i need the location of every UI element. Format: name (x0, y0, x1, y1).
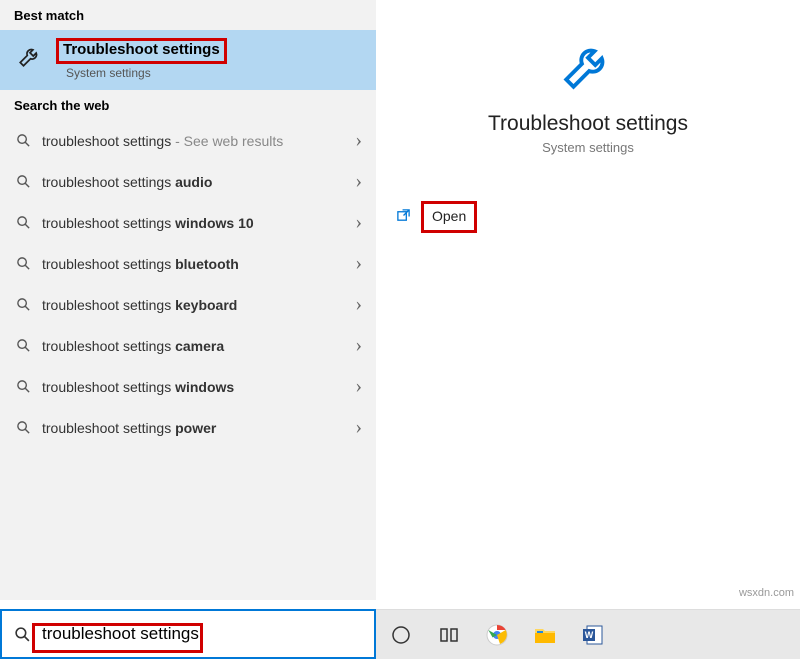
search-icon (14, 297, 32, 312)
search-icon (14, 215, 32, 230)
preview-title: Troubleshoot settings (488, 112, 688, 136)
web-result-label: troubleshoot settings keyboard (42, 297, 345, 313)
search-icon (14, 174, 32, 189)
taskbar: W (376, 609, 800, 659)
open-action[interactable]: Open (376, 195, 800, 239)
annotation-box: Open (421, 201, 477, 233)
best-match-header: Best match (0, 0, 376, 30)
chevron-right-icon: › (355, 129, 362, 152)
chevron-right-icon: › (355, 375, 362, 398)
open-label: Open (432, 208, 466, 224)
web-result-item[interactable]: troubleshoot settings camera › (0, 325, 376, 366)
task-view-icon[interactable] (434, 620, 464, 650)
web-result-item[interactable]: troubleshoot settings windows 10 › (0, 202, 376, 243)
wrench-icon (16, 42, 44, 70)
chevron-right-icon: › (355, 170, 362, 193)
web-result-item[interactable]: troubleshoot settings power › (0, 407, 376, 448)
web-result-item[interactable]: troubleshoot settings audio › (0, 161, 376, 202)
search-icon (14, 420, 32, 435)
wrench-icon (553, 30, 623, 100)
word-icon[interactable]: W (578, 620, 608, 650)
chevron-right-icon: › (355, 252, 362, 275)
web-result-label: troubleshoot settings - See web results (42, 133, 345, 149)
web-result-item[interactable]: troubleshoot settings bluetooth › (0, 243, 376, 284)
chevron-right-icon: › (355, 293, 362, 316)
web-result-label: troubleshoot settings power (42, 420, 345, 436)
web-result-item[interactable]: troubleshoot settings - See web results › (0, 120, 376, 161)
watermark: wsxdn.com (739, 587, 794, 599)
search-web-header: Search the web (0, 90, 376, 120)
preview-subtitle: System settings (542, 140, 634, 155)
annotation-box: Troubleshoot settings (56, 38, 227, 64)
web-result-label: troubleshoot settings camera (42, 338, 345, 354)
web-result-label: troubleshoot settings audio (42, 174, 345, 190)
web-result-item[interactable]: troubleshoot settings windows › (0, 366, 376, 407)
chevron-right-icon: › (355, 334, 362, 357)
svg-text:W: W (585, 630, 594, 640)
cortana-icon[interactable] (386, 620, 416, 650)
chevron-right-icon: › (355, 416, 362, 439)
open-icon (396, 208, 411, 227)
search-icon (14, 133, 32, 148)
web-result-label: troubleshoot settings windows (42, 379, 345, 395)
web-result-label: troubleshoot settings windows 10 (42, 215, 345, 231)
web-result-label: troubleshoot settings bluetooth (42, 256, 345, 272)
search-icon (14, 379, 32, 394)
best-match-subtitle: System settings (66, 66, 227, 80)
best-match-result[interactable]: Troubleshoot settings System settings (0, 30, 376, 90)
search-input[interactable] (42, 611, 374, 657)
search-results-panel: Best match Troubleshoot settings System … (0, 0, 376, 600)
search-icon (2, 611, 42, 657)
search-icon (14, 256, 32, 271)
file-explorer-icon[interactable] (530, 620, 560, 650)
search-box[interactable]: troubleshoot settings (0, 609, 376, 659)
chrome-icon[interactable] (482, 620, 512, 650)
search-icon (14, 338, 32, 353)
preview-panel: Troubleshoot settings System settings Op… (376, 0, 800, 600)
best-match-title: Troubleshoot settings (63, 41, 220, 58)
web-result-item[interactable]: troubleshoot settings keyboard › (0, 284, 376, 325)
chevron-right-icon: › (355, 211, 362, 234)
